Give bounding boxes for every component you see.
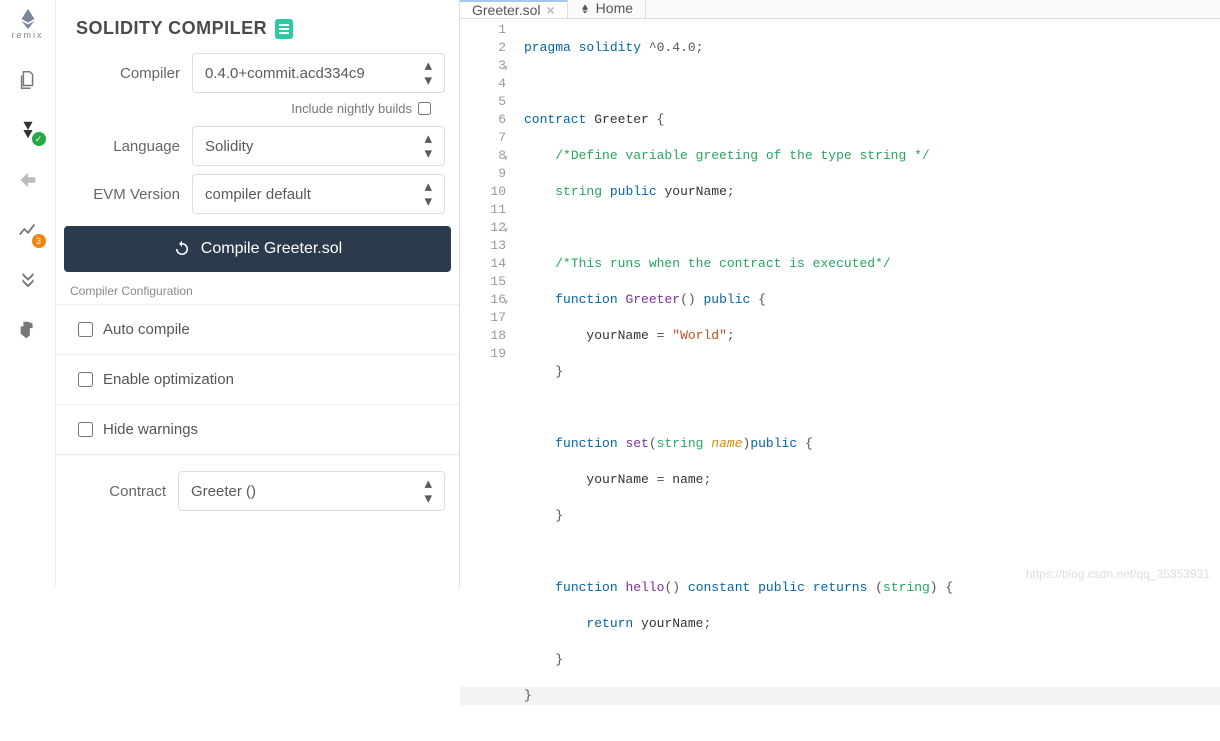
icon-rail: remix ✓ 3	[0, 0, 56, 587]
compiler-panel: SOLIDITY COMPILER Compiler 0.4.0+commit.…	[56, 0, 460, 587]
evm-value: compiler default	[205, 186, 311, 203]
tab-home[interactable]: Home	[568, 0, 646, 18]
plugin-manager-icon[interactable]	[14, 316, 42, 344]
compiler-value: 0.4.0+commit.acd334c9	[205, 65, 365, 82]
remix-logo[interactable]: remix	[10, 8, 46, 44]
contract-select[interactable]: Greeter () ▴▾	[178, 471, 445, 511]
compiler-label: Compiler	[70, 65, 180, 82]
check-badge-icon: ✓	[32, 132, 46, 146]
tab-label: Greeter.sol	[472, 2, 540, 18]
language-select[interactable]: Solidity ▴▾	[192, 126, 445, 166]
deploy-run-icon[interactable]	[14, 166, 42, 194]
chevron-updown-icon: ▴▾	[424, 179, 432, 209]
nightly-label: Include nightly builds	[291, 101, 412, 116]
compile-button-label: Compile Greeter.sol	[201, 240, 342, 258]
close-icon[interactable]: ×	[546, 2, 554, 18]
hide-warnings-checkbox[interactable]	[78, 422, 93, 437]
editor-area: Greeter.sol × Home 1 2 3▾ 4 5 6 7	[460, 0, 1220, 587]
language-label: Language	[70, 138, 180, 155]
tab-home-label: Home	[596, 1, 633, 16]
file-explorer-icon[interactable]	[14, 66, 42, 94]
auto-compile-checkbox[interactable]	[78, 322, 93, 337]
optimization-label: Enable optimization	[103, 371, 234, 388]
ethereum-icon	[17, 8, 39, 30]
code-content[interactable]: pragma solidity ^0.4.0; contract Greeter…	[514, 19, 1220, 741]
evm-select[interactable]: compiler default ▴▾	[192, 174, 445, 214]
testing-icon[interactable]	[14, 266, 42, 294]
contract-label: Contract	[70, 483, 166, 500]
code-editor[interactable]: 1 2 3▾ 4 5 6 7 8▾ 9 10 11 12▾ 13 14 15 1…	[460, 19, 1220, 741]
panel-title: SOLIDITY COMPILER	[76, 18, 267, 39]
contract-value: Greeter ()	[191, 483, 256, 500]
compiler-select[interactable]: 0.4.0+commit.acd334c9 ▴▾	[192, 53, 445, 93]
chevron-updown-icon: ▴▾	[424, 476, 432, 506]
analysis-icon[interactable]: 3	[14, 216, 42, 244]
config-list: Auto compile Enable optimization Hide wa…	[56, 304, 459, 455]
language-value: Solidity	[205, 138, 253, 155]
panel-header: SOLIDITY COMPILER	[56, 0, 459, 53]
config-header: Compiler Configuration	[56, 284, 459, 304]
compile-button[interactable]: Compile Greeter.sol	[64, 226, 451, 272]
doc-icon[interactable]	[275, 19, 293, 39]
evm-label: EVM Version	[70, 186, 180, 203]
optimization-checkbox[interactable]	[78, 372, 93, 387]
chevron-updown-icon: ▴▾	[424, 131, 432, 161]
auto-compile-label: Auto compile	[103, 321, 190, 338]
hide-warnings-label: Hide warnings	[103, 421, 198, 438]
solidity-compiler-icon[interactable]: ✓	[14, 116, 42, 144]
nightly-checkbox[interactable]	[418, 102, 431, 115]
brand-text: remix	[12, 30, 44, 40]
tab-greeter[interactable]: Greeter.sol ×	[460, 0, 568, 18]
refresh-icon	[173, 240, 191, 258]
ethereum-icon	[580, 2, 590, 16]
chevron-updown-icon: ▴▾	[424, 58, 432, 88]
warning-badge: 3	[32, 234, 46, 248]
line-gutter: 1 2 3▾ 4 5 6 7 8▾ 9 10 11 12▾ 13 14 15 1…	[460, 19, 514, 741]
tab-bar: Greeter.sol × Home	[460, 0, 1220, 19]
